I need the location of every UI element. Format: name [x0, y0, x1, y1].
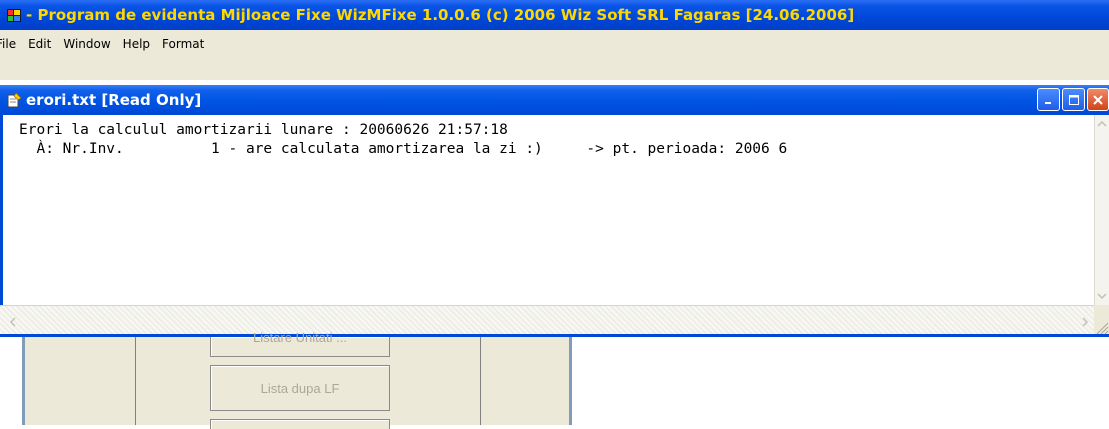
background-button-3[interactable] — [210, 419, 390, 429]
scroll-right-button[interactable] — [1078, 315, 1092, 329]
menu-format[interactable]: Format — [156, 37, 210, 51]
text-line: À: Nr.Inv. 1 - are calculata amortizarea… — [19, 141, 788, 157]
panel-divider-right — [480, 337, 481, 425]
menu-help[interactable]: Help — [117, 37, 156, 51]
window-controls — [1037, 88, 1109, 111]
chevron-down-icon — [1097, 293, 1107, 300]
maximize-button[interactable] — [1062, 88, 1085, 111]
close-button[interactable] — [1087, 88, 1109, 111]
minimize-button[interactable] — [1037, 88, 1060, 111]
toolbar-area — [0, 58, 1109, 80]
resize-grip-icon — [1096, 322, 1109, 335]
notepad-icon — [7, 92, 22, 108]
listare-button-label: Listare Unitati ... — [253, 330, 347, 345]
chevron-right-icon — [1082, 317, 1089, 327]
scroll-left-button[interactable] — [6, 315, 20, 329]
app-logo-icon — [7, 9, 21, 22]
minimize-icon — [1044, 101, 1051, 104]
maximize-icon — [1068, 94, 1079, 105]
menu-edit[interactable]: Edit — [22, 37, 57, 51]
menu-window[interactable]: Window — [57, 37, 116, 51]
child-window-title-bar[interactable]: erori.txt [Read Only] — [0, 85, 1109, 115]
text-content-area[interactable]: Erori la calculul amortizarii lunare : 2… — [0, 115, 1096, 305]
app-title: - Program de evidenta Mijloace Fixe WizM… — [26, 6, 855, 24]
vertical-scrollbar[interactable] — [1094, 115, 1109, 305]
horizontal-scrollbar[interactable] — [0, 305, 1096, 336]
app-title-bar[interactable]: - Program de evidenta Mijloace Fixe WizM… — [0, 0, 1109, 30]
resize-grip[interactable] — [1094, 305, 1109, 336]
close-icon — [1093, 94, 1103, 105]
child-window-title: erori.txt [Read Only] — [26, 91, 202, 109]
lista-dupa-lf-label: Lista dupa LF — [260, 380, 340, 396]
chevron-left-icon — [9, 317, 16, 327]
listare-button[interactable]: Listare Unitati ... — [210, 330, 390, 357]
lista-dupa-lf-button[interactable]: Lista dupa LF — [210, 365, 390, 411]
menu-bar: File Edit Window Help Format — [0, 30, 1109, 58]
panel-divider-left — [25, 337, 136, 425]
menu-file[interactable]: File — [0, 37, 22, 51]
scroll-up-button[interactable] — [1095, 117, 1109, 131]
text-line: Erori la calculul amortizarii lunare : 2… — [19, 122, 508, 138]
scroll-down-button[interactable] — [1095, 289, 1109, 303]
chevron-up-icon — [1097, 120, 1107, 127]
